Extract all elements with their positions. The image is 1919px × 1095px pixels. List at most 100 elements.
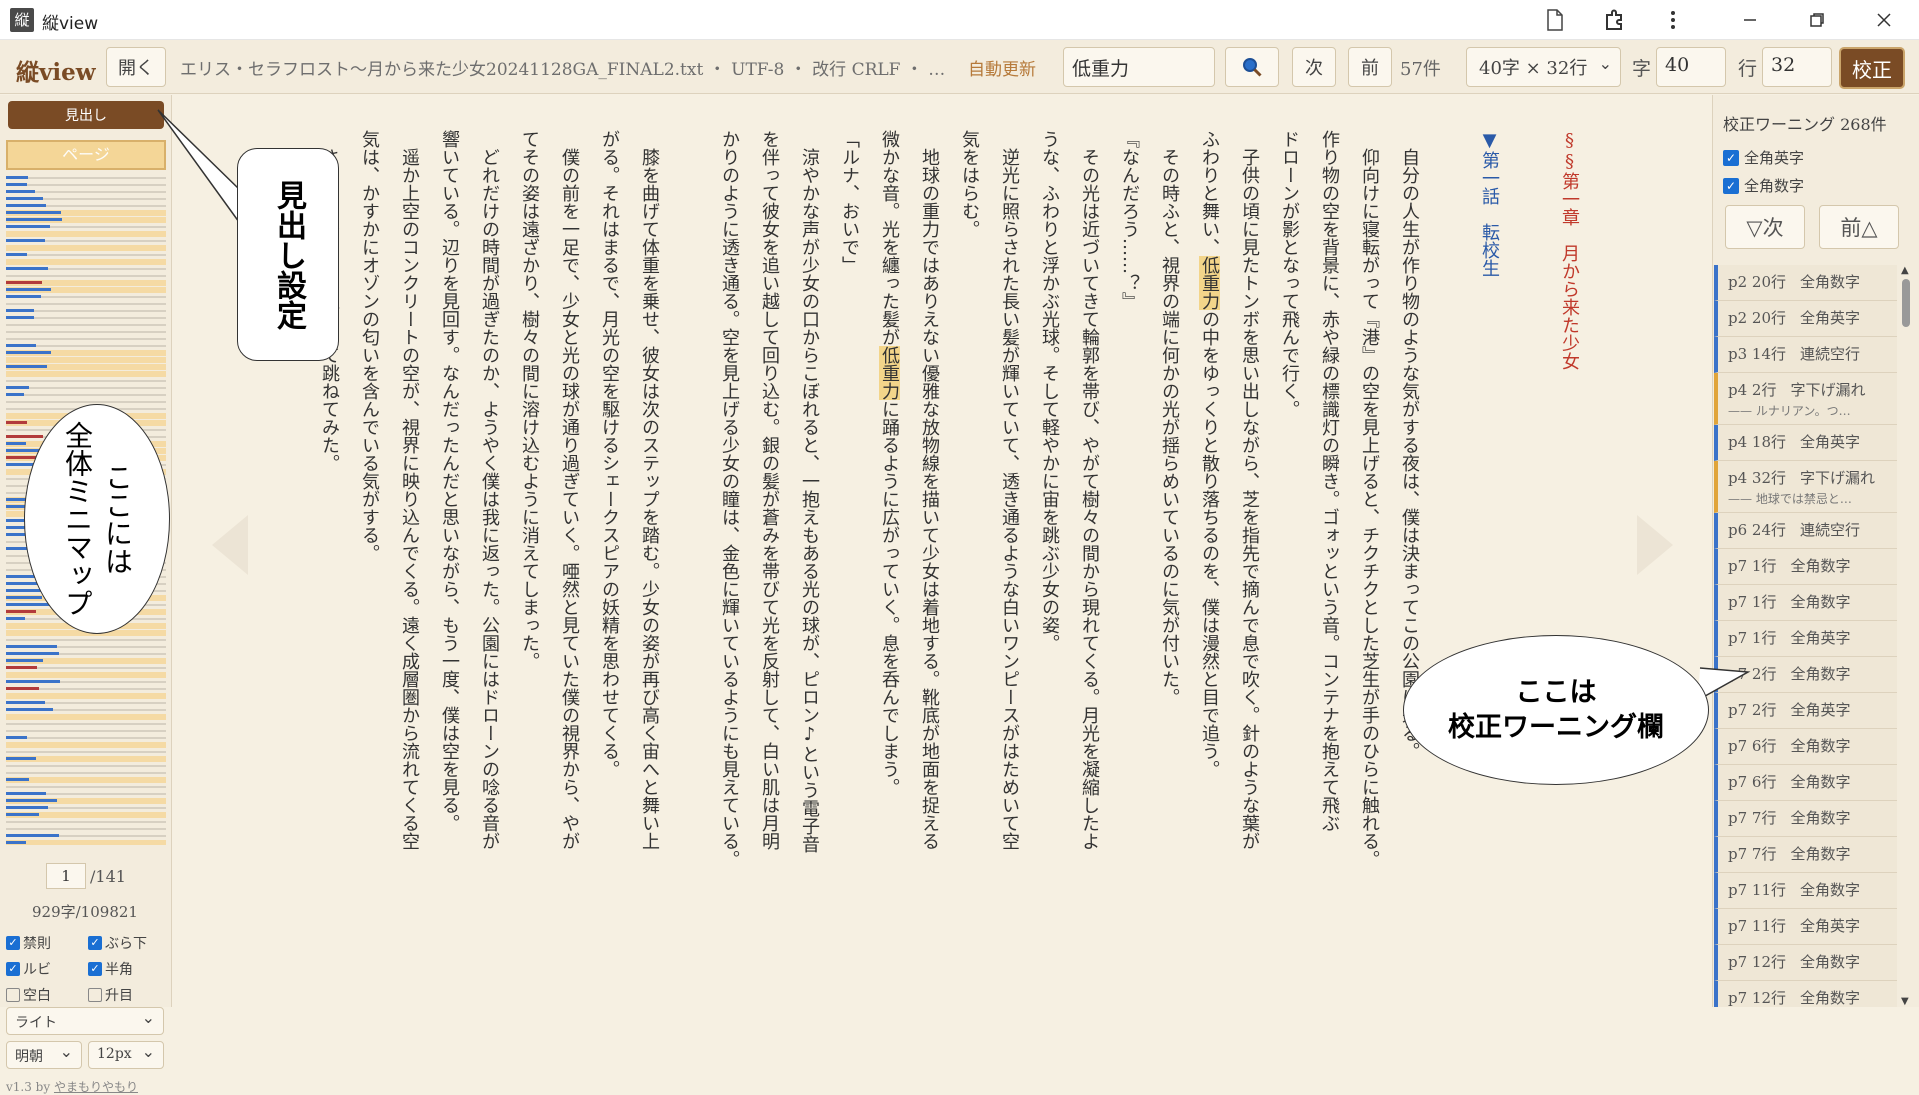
restore-icon[interactable] — [1803, 6, 1831, 34]
text-column: 作り物の空を背景に、赤や緑の標識灯の瞬き。ゴォッという音。コンテナを抱えて飛ぶ — [1319, 130, 1340, 832]
text-column: がる。それはまるで、月光の空を駆けるシェークスピアの妖精を思わせてくる。 — [599, 130, 620, 778]
text-column: ふわりと舞い、低重力の中をゆっくりと散り落ちるのを、僕は漫然と目で追う。 — [1199, 130, 1220, 778]
text-column: うな、ふわりと浮かぶ光球。そして軽やかに宙を跳ぶ少女の姿。 — [1039, 130, 1060, 652]
lines-per-page-input[interactable]: 32 — [1762, 47, 1832, 87]
callout-heading-settings: 見出し設定 — [237, 148, 339, 361]
next-warning-button[interactable]: ▽次 — [1725, 205, 1805, 249]
warning-item[interactable]: p7 2行 全角数字 — [1714, 657, 1897, 693]
warning-item[interactable]: p7 1行 全角数字 — [1714, 549, 1897, 585]
warning-item[interactable]: p7 12行 全角数字 — [1714, 981, 1897, 1007]
checkbox-burasage[interactable]: ✓ ぶら下 — [88, 933, 147, 953]
text-column: 僕の前を一足で、少女と光の球が通り過ぎていく。唖然と見ていた僕の視界から、やが — [559, 130, 580, 850]
filter-zenkaku-suji[interactable]: ✓ 全角数字 — [1723, 175, 1804, 196]
document-icon[interactable] — [1541, 6, 1569, 34]
proofread-button[interactable]: 校正 — [1839, 47, 1905, 89]
app-logo: 縦view — [16, 59, 96, 86]
reader-area: §§第一章 月から来た少女 ▼第一話 転校生 自分の人生が作り物のような気がする夜… — [172, 95, 1712, 1007]
page-total: /141 — [90, 867, 126, 886]
warning-item[interactable]: p4 32行 字下げ漏れ —— 地球では禁忌と… — [1714, 461, 1897, 513]
warning-item[interactable]: p7 11行 全角英字 — [1714, 909, 1897, 945]
auto-update-link[interactable]: 自動更新 — [968, 55, 1036, 80]
vertical-text-page: §§第一章 月から来た少女 ▼第一話 転校生 自分の人生が作り物のような気がする夜… — [317, 130, 1592, 990]
page-number-input[interactable]: 1 — [46, 863, 86, 889]
toolbar: 縦view 開く エリス・セラフロスト～月から来た少女20241128GA_FI… — [0, 40, 1919, 94]
warning-item[interactable]: p7 12行 全角数字 — [1714, 945, 1897, 981]
checkbox-hankaku[interactable]: ✓ 半角 — [88, 959, 133, 979]
callout-warning-list: ここは 校正ワーニング欄 — [1403, 635, 1709, 785]
text-column: その光は近づいてきて輪郭を帯び、やがて樹々の間から現れてくる。月光を凝縮したよ — [1079, 130, 1100, 850]
text-column: ドローンが影となって飛んで行く。 — [1279, 130, 1300, 418]
text-column: 涼やかな声が少女の口からこぼれると、一抱えもある光の球が、ピロン♪という電子音 — [799, 130, 820, 853]
layout-value: 40字 × 32行 — [1479, 58, 1588, 79]
close-icon[interactable] — [1870, 6, 1898, 34]
text-column: ▼第一話 転校生 — [1479, 130, 1500, 277]
text-column: 「ルナ、おいで」 — [839, 130, 860, 274]
warning-item[interactable]: p7 7行 全角数字 — [1714, 837, 1897, 873]
warning-item[interactable]: p4 18行 全角英字 — [1714, 425, 1897, 461]
filter-zenkaku-eiji[interactable]: ✓ 全角英字 — [1723, 147, 1804, 168]
text-column: 微かな音。光を纏った髪が低重力に踊るように広がっていく。息を呑んでしまう。 — [879, 130, 900, 796]
search-highlight: 低重力 — [879, 346, 900, 400]
checkbox-kinsoku[interactable]: ✓ 禁則 — [6, 933, 51, 953]
char-label: 字 — [1632, 58, 1652, 80]
prev-page-arrow[interactable] — [212, 515, 248, 575]
prev-result-button[interactable]: 前 — [1348, 47, 1392, 87]
warning-item[interactable]: p3 14行 連続空行 — [1714, 337, 1897, 373]
open-button[interactable]: 開く — [106, 47, 166, 87]
search-highlight: 低重力 — [1199, 256, 1220, 310]
minimap-page-indicator[interactable]: ページ — [6, 140, 166, 170]
chevron-down-icon: ⌄ — [1598, 54, 1612, 73]
warning-title: 校正ワーニング 268件 — [1723, 115, 1887, 134]
warning-item[interactable]: p6 24行 連続空行 — [1714, 513, 1897, 549]
text-column: 子供の頃に見たトンボを思い出しながら、芝を指先で摘んで息で吹く。針のような葉が — [1239, 130, 1260, 850]
scroll-thumb[interactable] — [1902, 279, 1910, 327]
search-icon — [1243, 58, 1262, 77]
scroll-down-icon[interactable]: ▼ — [1901, 996, 1909, 1007]
theme-select[interactable]: ライト — [6, 1007, 164, 1035]
checkbox-kuhaku[interactable]: 空白 — [6, 985, 51, 1005]
heading-settings-button[interactable]: 見出し — [8, 101, 164, 129]
warning-panel: 校正ワーニング 268件 ✓ 全角英字 ✓ 全角数字 ▽次 前△ p2 20行 全角数… — [1712, 95, 1919, 1007]
warning-item[interactable]: p4 2行 字下げ漏れ —— ルナリアン。つ… — [1714, 373, 1897, 425]
search-input[interactable]: 低重力 — [1063, 47, 1215, 87]
text-column: 『なんだろう……？』 — [1119, 130, 1140, 310]
window-title: 縦view — [42, 14, 99, 34]
text-column: 仰向けに寝転がって『港』の空を見上げると、チクチクとした芝生が手のひらに触れる。 — [1359, 130, 1380, 868]
char-count: 929字/109821 — [32, 903, 138, 921]
warning-scrollbar[interactable]: ▲ ▼ — [1899, 265, 1913, 1007]
layout-select[interactable]: 40字 × 32行 ⌄ — [1466, 47, 1621, 87]
version-text: v1.3 by やまもりやもり — [6, 1080, 138, 1094]
search-button[interactable] — [1225, 47, 1279, 87]
warning-item[interactable]: p7 1行 全角英字 — [1714, 621, 1897, 657]
warning-item[interactable]: p7 1行 全角数字 — [1714, 585, 1897, 621]
text-column: かりのように透き通る。空を見上げる少女の瞳は、金色に輝いているようにも見えている… — [719, 130, 740, 868]
size-select[interactable]: 12px — [88, 1041, 164, 1069]
text-column: 気をはらむ。 — [959, 130, 980, 238]
chars-per-line-input[interactable]: 40 — [1656, 47, 1726, 87]
checkbox-ruby[interactable]: ✓ ルビ — [6, 959, 51, 979]
warning-item[interactable]: p7 6行 全角数字 — [1714, 765, 1897, 801]
author-link[interactable]: やまもりやもり — [54, 1080, 138, 1094]
warning-item[interactable]: p2 20行 全角英字 — [1714, 301, 1897, 337]
minimize-icon[interactable] — [1736, 6, 1764, 34]
text-column: 自分の人生が作り物のような気がする夜は、僕は決まってこの公園に来る。 — [1399, 130, 1420, 760]
scroll-up-icon[interactable]: ▲ — [1901, 265, 1909, 276]
font-select[interactable]: 明朝 — [6, 1041, 82, 1069]
warning-item[interactable]: p7 11行 全角数字 — [1714, 873, 1897, 909]
warning-item[interactable]: p2 20行 全角数字 — [1714, 265, 1897, 301]
prev-warning-button[interactable]: 前△ — [1819, 205, 1899, 249]
extension-icon[interactable] — [1601, 6, 1629, 34]
text-column: 逆光に照らされた長い髪が輝いていて、透き通るような白いワンピースがはためいて空 — [999, 130, 1020, 850]
text-column: その時ふと、視界の端に何かの光が揺らめいているのに気が付いた。 — [1159, 130, 1180, 706]
more-vert-icon[interactable] — [1659, 6, 1687, 34]
text-column: §§第一章 月から来た少女 — [1559, 130, 1580, 370]
warning-item[interactable]: p7 7行 全角数字 — [1714, 801, 1897, 837]
checkbox-masume[interactable]: 升目 — [88, 985, 133, 1005]
warning-item[interactable]: p7 2行 全角英字 — [1714, 693, 1897, 729]
next-result-button[interactable]: 次 — [1292, 47, 1336, 87]
text-column: 遥か上空のコンクリートの空が、視界に映り込んでくる。遠く成層圏から流れてくる空 — [399, 130, 420, 850]
next-page-arrow[interactable] — [1637, 515, 1673, 575]
app-icon: 縦 — [10, 8, 34, 32]
warning-item[interactable]: p7 6行 全角数字 — [1714, 729, 1897, 765]
text-column: 地球の重力ではありえない優雅な放物線を描いて少女は着地する。靴底が地面を捉える — [919, 130, 940, 850]
